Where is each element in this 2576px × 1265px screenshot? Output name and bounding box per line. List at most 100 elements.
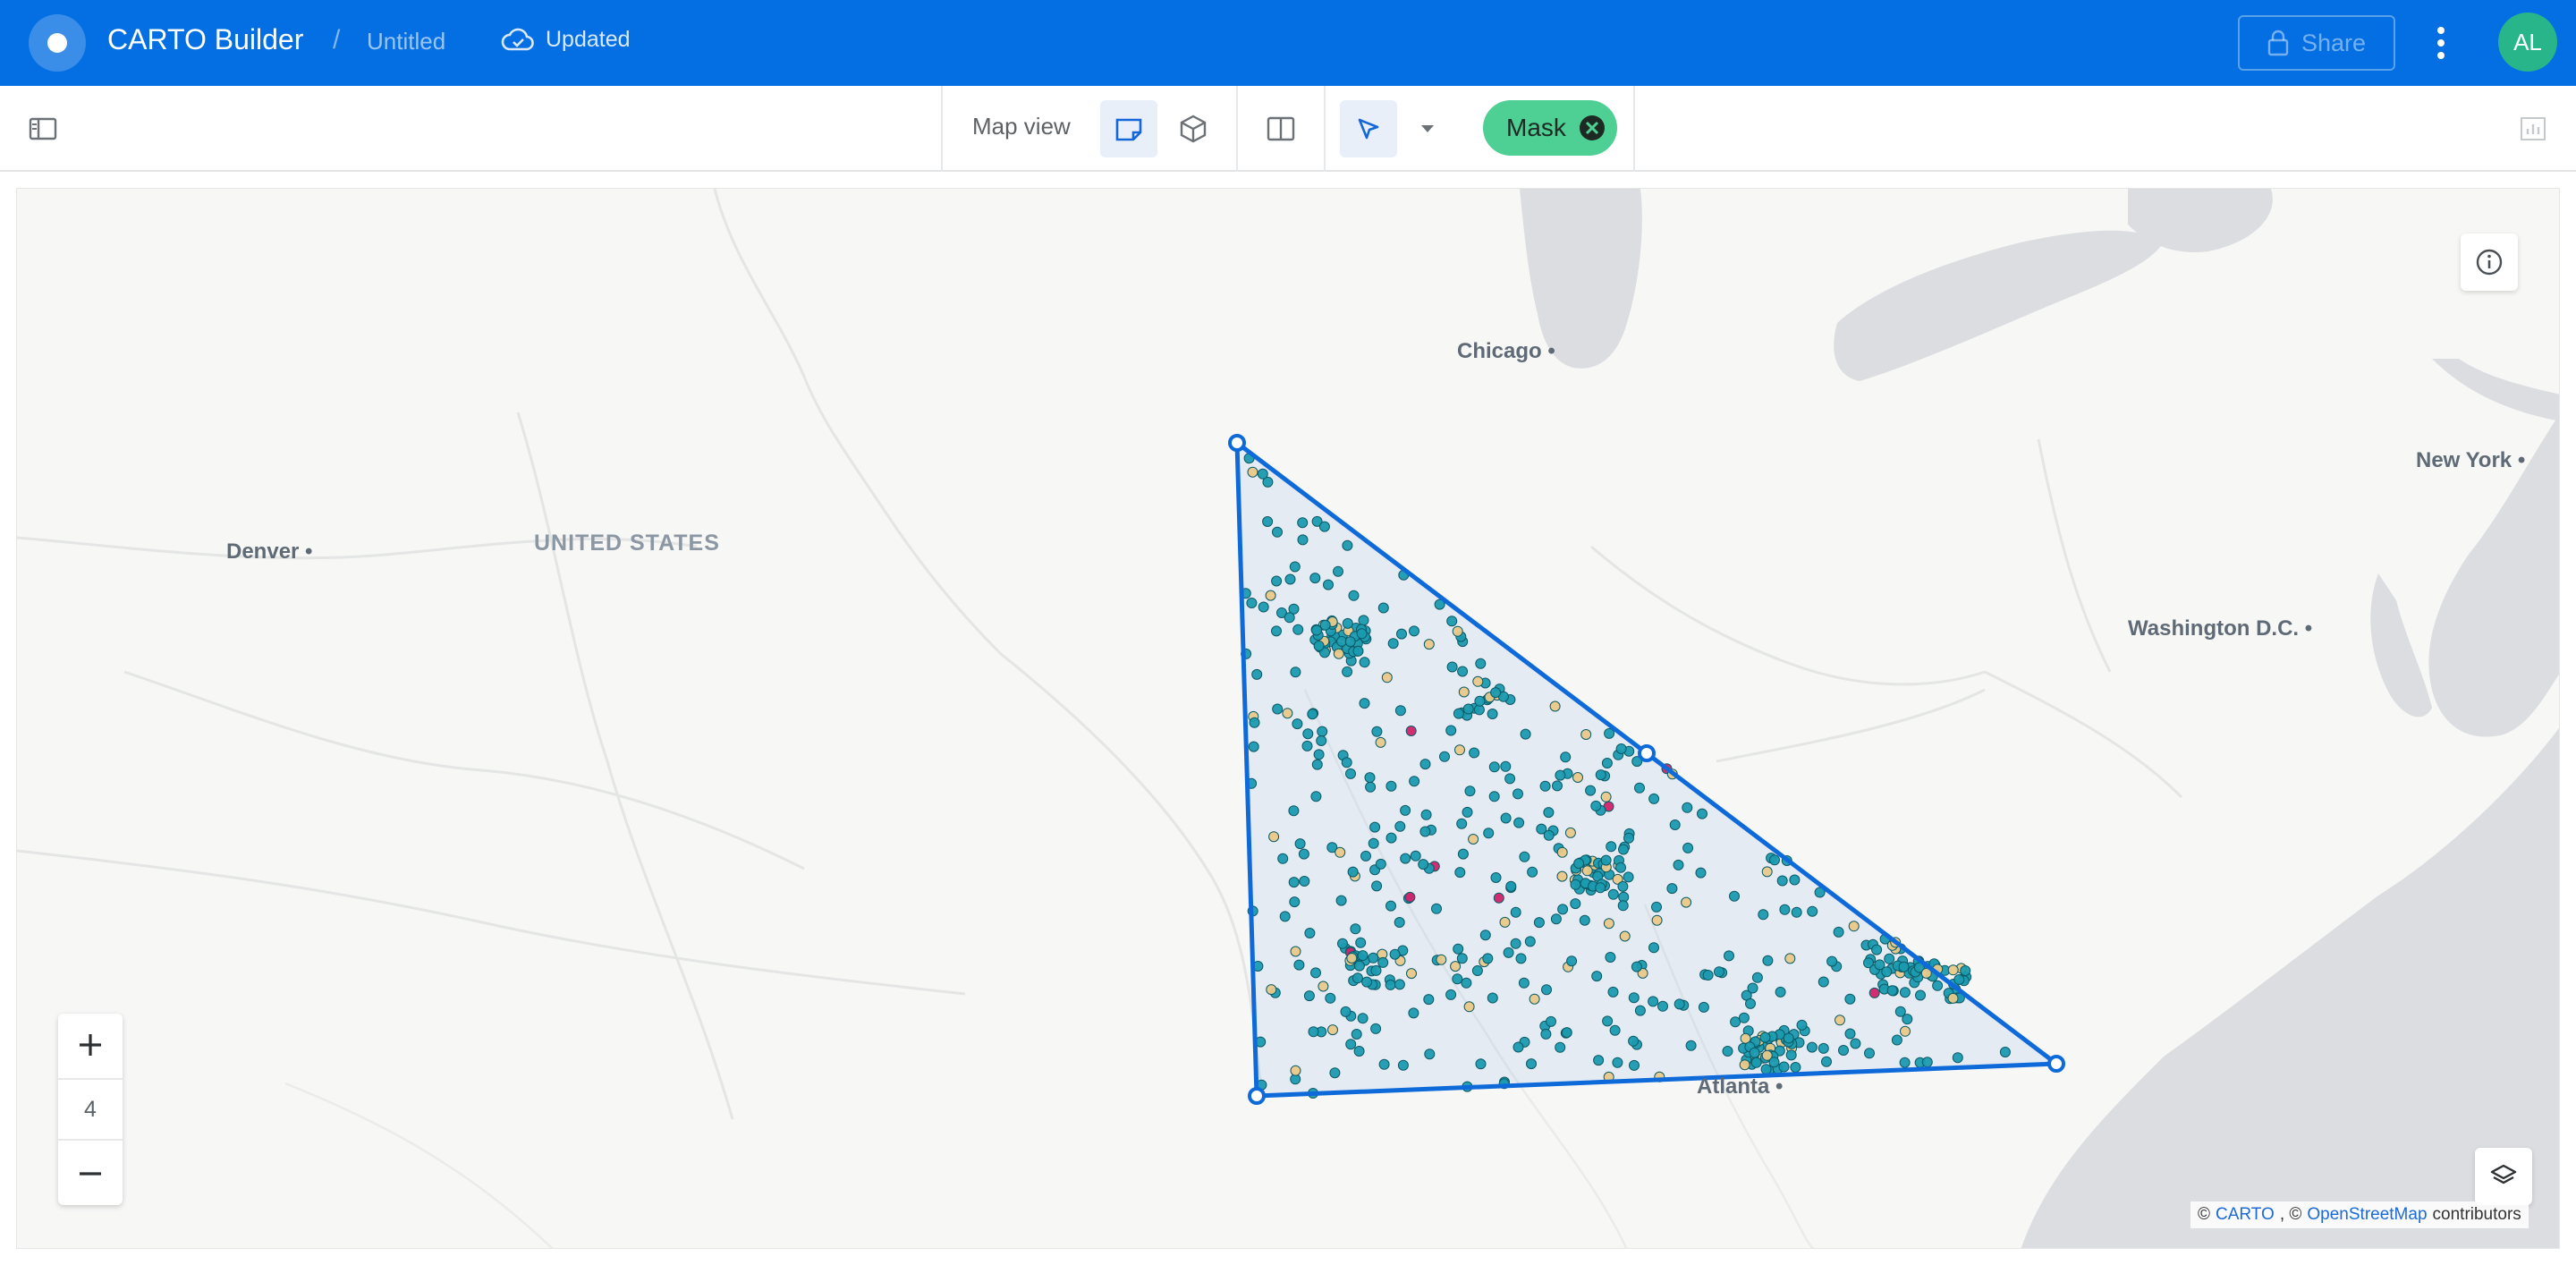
chevron-down-icon[interactable]: [1410, 111, 1445, 147]
basemap-layers-button[interactable]: [2475, 1148, 2532, 1205]
map-point: [1952, 1052, 1963, 1064]
map-point: [1503, 947, 1514, 958]
map-point: [1453, 943, 1464, 955]
map-point: [1900, 1025, 1911, 1037]
map-point: [1564, 827, 1576, 838]
map-point: [1284, 573, 1296, 585]
chart-bars-icon[interactable]: [2515, 111, 2551, 147]
map-point: [1394, 979, 1405, 990]
carto-logo-icon[interactable]: [29, 14, 86, 72]
map-point: [1932, 980, 1944, 991]
map-point: [1778, 1061, 1790, 1073]
map-point: [1874, 959, 1885, 971]
map-point: [1898, 961, 1910, 972]
map-point: [1345, 1039, 1357, 1050]
sidebar-panel-icon[interactable]: [23, 111, 63, 147]
map-point: [1818, 976, 1829, 988]
map-attribution: © CARTO , © OpenStreetMap contributors: [2190, 1201, 2529, 1228]
map-point: [1868, 987, 1880, 998]
map-point: [1456, 818, 1468, 829]
map-point: [1368, 837, 1379, 849]
map-point: [1607, 986, 1619, 998]
user-avatar[interactable]: AL: [2498, 13, 2557, 72]
map-point: [1490, 872, 1502, 883]
map-point: [1359, 657, 1370, 668]
map-point: [1348, 590, 1360, 601]
map-point: [1595, 882, 1606, 894]
map-point: [1487, 709, 1498, 719]
map-point: [1385, 832, 1397, 844]
map-point: [1884, 953, 1895, 964]
map-point: [1791, 906, 1802, 918]
country-label: UNITED STATES: [534, 531, 720, 556]
map-point: [1371, 880, 1383, 892]
map-point: [1307, 709, 1318, 720]
map-point: [1702, 970, 1714, 981]
map-point: [1277, 853, 1289, 864]
map-point: [1628, 992, 1640, 1004]
map-point: [1784, 953, 1796, 964]
info-button[interactable]: [2461, 233, 2518, 291]
mask-vertex-handle: [1248, 1087, 1266, 1105]
map-point: [1419, 759, 1431, 770]
map-point: [1560, 751, 1572, 763]
map-point: [1549, 700, 1561, 712]
cursor-arrow-icon[interactable]: [1340, 100, 1397, 157]
map-point: [1789, 874, 1801, 886]
attrib-separator: , ©: [2279, 1205, 2302, 1224]
map-point: [1518, 977, 1530, 989]
map-point: [1999, 1047, 2011, 1057]
map-point: [1272, 526, 1283, 538]
map-point: [1848, 921, 1860, 932]
map-point: [1555, 769, 1566, 781]
zoom-in-button[interactable]: [58, 1014, 123, 1076]
cube-3d-icon[interactable]: [1165, 100, 1222, 157]
map-point: [1510, 906, 1521, 918]
map-point: [1648, 793, 1660, 804]
map-point: [1648, 996, 1659, 1007]
map-point: [1418, 859, 1429, 870]
carto-link[interactable]: CARTO: [2216, 1205, 2275, 1225]
map-point: [1483, 828, 1495, 839]
map-point: [1474, 695, 1486, 707]
map-point: [1821, 1056, 1832, 1067]
map-point: [1375, 858, 1386, 870]
split-view-icon[interactable]: [1252, 100, 1309, 157]
map-point: [1555, 1041, 1566, 1053]
more-options-icon[interactable]: [2428, 21, 2454, 64]
osm-link[interactable]: OpenStreetMap: [2307, 1205, 2427, 1225]
map-point: [1468, 834, 1479, 845]
map-point: [1648, 942, 1659, 954]
map-point: [1361, 976, 1373, 988]
map-point: [1293, 959, 1305, 971]
map-name[interactable]: Untitled: [367, 28, 445, 55]
map-point: [1695, 867, 1707, 879]
map-point: [1619, 930, 1631, 942]
map-point: [1915, 989, 1926, 1001]
map-point: [1760, 1064, 1772, 1075]
map-point: [1319, 619, 1331, 631]
map-point: [1375, 736, 1386, 748]
map-canvas[interactable]: Chicago • New York • Washington D.C. • D…: [16, 188, 2560, 1249]
map-point: [1272, 703, 1284, 715]
map-point: [1714, 966, 1724, 978]
map-2d-icon[interactable]: [1100, 100, 1157, 157]
map-point: [1580, 729, 1592, 740]
map-point: [1369, 821, 1381, 833]
map-point: [1844, 1028, 1856, 1040]
mask-chip[interactable]: Mask: [1483, 100, 1617, 156]
map-point: [1790, 1062, 1801, 1073]
map-point: [1337, 938, 1348, 949]
share-button[interactable]: Share: [2238, 15, 2395, 71]
mask-polygon-layer[interactable]: [17, 189, 2560, 1249]
map-point: [1370, 1023, 1382, 1034]
close-icon[interactable]: [1578, 114, 1606, 142]
map-point: [1271, 625, 1282, 637]
map-point: [1475, 658, 1487, 669]
zoom-out-button[interactable]: [58, 1142, 123, 1205]
map-point: [1543, 807, 1555, 819]
map-point: [1526, 1058, 1537, 1070]
map-point: [1634, 1005, 1646, 1016]
map-point: [1353, 1046, 1365, 1057]
breadcrumb-separator: /: [333, 25, 341, 55]
